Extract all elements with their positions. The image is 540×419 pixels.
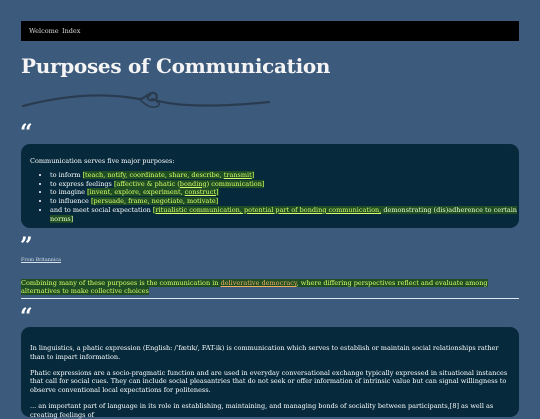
list-item: to imagine [invent, explore, experiment,… [50, 188, 519, 197]
close-quote-icon: ” [20, 233, 33, 259]
link-deliberative-democracy[interactable]: deliverative democracy [221, 279, 297, 287]
nav-index-link[interactable]: Index [62, 23, 80, 39]
list-item: to inform [teach, notify, coordinate, sh… [50, 170, 519, 180]
purposes-list: to inform [teach, notify, coordinate, sh… [30, 170, 519, 224]
page-title: Purposes of Communication [21, 54, 331, 78]
link-bonding[interactable]: bonding [180, 180, 207, 188]
link-ritualistic-communication[interactable]: ritualistic communication, potential par… [155, 206, 381, 214]
section-divider [21, 298, 519, 299]
open-quote-icon: “ [20, 304, 33, 330]
quote-panel-phatic: In linguistics, a phatic expression (Eng… [21, 327, 519, 419]
link-transmit[interactable]: transmit [224, 171, 252, 179]
quote-panel-purposes: Communication serves five major purposes… [21, 144, 519, 228]
phatic-description: Phatic expressions are a socio-pragmatic… [30, 368, 508, 395]
phatic-role: ... an important part of language in its… [30, 401, 494, 419]
open-quote-icon: “ [20, 120, 33, 146]
decorative-flourish-icon [21, 91, 271, 108]
list-item: to express feelings [affective & phatic … [50, 179, 519, 189]
link-construct[interactable]: construct [185, 188, 216, 196]
source-link-britannica[interactable]: From Britannica [21, 258, 61, 263]
nav-welcome-link[interactable]: Welcome [29, 23, 59, 39]
list-item: and to meet social expectation [ritualis… [50, 205, 519, 224]
purposes-intro: Communication serves five major purposes… [30, 157, 175, 165]
top-nav-bar: Welcome Index [21, 21, 519, 41]
combining-purposes-text: Combining many of these purposes is the … [21, 279, 488, 296]
list-item: to influence [persuade, frame, negotiate… [50, 197, 519, 206]
phatic-definition: In linguistics, a phatic expression (Eng… [30, 344, 499, 361]
